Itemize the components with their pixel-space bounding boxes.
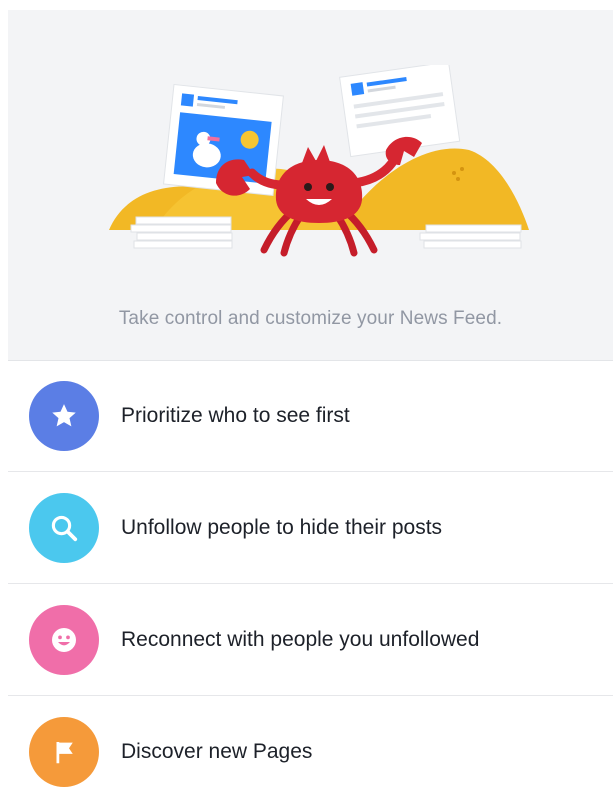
reconnect-option[interactable]: Reconnect with people you unfollowed	[8, 584, 613, 696]
prioritize-option[interactable]: Prioritize who to see first	[8, 360, 613, 472]
flag-icon	[29, 716, 99, 787]
crab-illustration	[109, 65, 529, 257]
search-icon	[29, 492, 99, 563]
unfollow-label: Unfollow people to hide their posts	[121, 515, 443, 539]
prioritize-label: Prioritize who to see first	[121, 403, 350, 427]
star-icon	[29, 380, 99, 451]
unfollow-option[interactable]: Unfollow people to hide their posts	[8, 472, 613, 584]
reconnect-label: Reconnect with people you unfollowed	[121, 627, 480, 651]
tagline: Take control and customize your News Fee…	[118, 308, 503, 329]
preference-options-list: Prioritize who to see first Unfollow peo…	[8, 360, 613, 807]
discover-pages-option[interactable]: Discover new Pages	[8, 696, 613, 807]
smiley-icon	[29, 604, 99, 675]
discover-pages-label: Discover new Pages	[121, 739, 313, 763]
news-feed-preferences-header: Take control and customize your News Fee…	[8, 10, 613, 361]
